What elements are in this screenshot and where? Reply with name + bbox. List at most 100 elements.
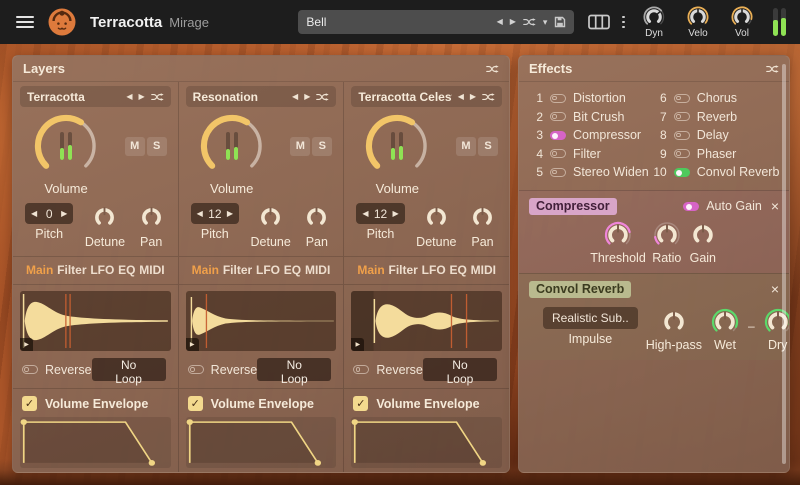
mute-button[interactable]: M [290, 137, 310, 156]
tab-lfo[interactable]: LFO [422, 263, 446, 277]
shuffle-icon[interactable] [486, 64, 499, 74]
pitch-decrement-icon[interactable]: ◀ [197, 209, 203, 218]
effects-scrollbar[interactable] [782, 64, 786, 464]
power-toggle[interactable] [550, 112, 566, 121]
mute-button[interactable]: M [125, 137, 145, 156]
tab-main[interactable]: Main [26, 263, 53, 277]
power-toggle[interactable] [550, 94, 566, 103]
compressor-title-chip[interactable]: Compressor [529, 198, 617, 215]
save-icon[interactable] [554, 16, 566, 28]
pitch-stepper[interactable]: ◀ 0 ▶ [25, 203, 73, 224]
layer-next-icon[interactable]: ▶ [139, 92, 145, 101]
power-toggle[interactable] [550, 149, 566, 158]
tab-eq[interactable]: EQ [284, 263, 301, 277]
play-icon[interactable]: ▶ [186, 338, 199, 351]
tab-eq[interactable]: EQ [449, 263, 466, 277]
threshold-knob[interactable] [603, 220, 633, 250]
power-toggle[interactable] [674, 112, 690, 121]
shuffle-icon[interactable] [766, 64, 779, 74]
layer-next-icon[interactable]: ▶ [304, 92, 310, 101]
effect-slot[interactable]: 2Bit Crush [529, 109, 649, 126]
shuffle-icon[interactable] [316, 92, 329, 102]
waveform-display[interactable]: ▶ [20, 291, 171, 351]
chevron-down-icon[interactable]: ▾ [543, 17, 548, 28]
knob-icon[interactable] [730, 5, 754, 29]
effect-slot[interactable]: 3Compressor [529, 127, 649, 144]
impulse-select-button[interactable]: Realistic Sub.. [543, 307, 638, 329]
velo-knob[interactable]: Velo [681, 5, 715, 39]
auto-gain-toggle[interactable] [683, 202, 699, 211]
layer-prev-icon[interactable]: ◀ [458, 92, 464, 101]
effect-slot[interactable]: 10Convol Reverb [653, 164, 780, 181]
gain-knob[interactable] [688, 220, 718, 250]
solo-button[interactable]: S [478, 137, 498, 156]
layer-prev-icon[interactable]: ◀ [126, 92, 132, 101]
tab-midi[interactable]: MIDI [305, 263, 330, 277]
loop-mode-button[interactable]: No Loop [423, 358, 497, 381]
preset-prev-icon[interactable]: ◀ [497, 18, 503, 26]
shuffle-icon[interactable] [523, 17, 536, 27]
layer-header[interactable]: Resonation ◀ ▶ [186, 86, 337, 107]
pitch-decrement-icon[interactable]: ◀ [362, 209, 368, 218]
effect-slot[interactable]: 4Filter [529, 146, 649, 163]
layer-header[interactable]: Terracotta Celeste ◀ ▶ [351, 86, 502, 107]
loop-mode-button[interactable]: No Loop [257, 358, 331, 381]
pitch-stepper[interactable]: ◀ 12 ▶ [191, 203, 239, 224]
tab-filter[interactable]: Filter [389, 263, 418, 277]
reverse-toggle[interactable] [353, 365, 369, 374]
more-options-icon[interactable] [622, 16, 625, 29]
shuffle-icon[interactable] [482, 92, 495, 102]
detune-knob[interactable] [256, 203, 285, 232]
layer-next-icon[interactable]: ▶ [470, 92, 476, 101]
tab-filter[interactable]: Filter [57, 263, 86, 277]
reverse-toggle[interactable] [188, 365, 204, 374]
detune-knob[interactable] [422, 203, 451, 232]
convol-reverb-title-chip[interactable]: Convol Reverb [529, 281, 631, 298]
envelope-checkbox[interactable] [188, 396, 203, 411]
dyn-knob[interactable]: Dyn [637, 5, 671, 39]
play-icon[interactable]: ▶ [351, 338, 364, 351]
close-icon[interactable]: × [771, 282, 779, 296]
effect-slot[interactable]: 1Distortion [529, 90, 649, 107]
volume-envelope-graph[interactable] [186, 417, 337, 468]
pitch-increment-icon[interactable]: ▶ [61, 209, 67, 218]
effect-slot[interactable]: 5Stereo Widen [529, 164, 649, 181]
high-pass-knob[interactable] [659, 307, 689, 337]
tab-main[interactable]: Main [357, 263, 384, 277]
waveform-display[interactable]: ▶ [351, 291, 502, 351]
wet-knob[interactable] [710, 307, 740, 337]
tab-lfo[interactable]: LFO [256, 263, 280, 277]
play-icon[interactable]: ▶ [20, 338, 33, 351]
tab-eq[interactable]: EQ [118, 263, 135, 277]
envelope-checkbox[interactable] [22, 396, 37, 411]
volume-envelope-graph[interactable] [20, 417, 171, 468]
volume-knob[interactable] [198, 112, 266, 180]
envelope-checkbox[interactable] [353, 396, 368, 411]
solo-button[interactable]: S [147, 137, 167, 156]
pan-knob[interactable] [302, 203, 331, 232]
mute-button[interactable]: M [456, 137, 476, 156]
volume-knob[interactable] [363, 112, 431, 180]
power-toggle[interactable] [550, 131, 566, 140]
power-toggle[interactable] [674, 168, 690, 177]
layer-prev-icon[interactable]: ◀ [292, 92, 298, 101]
tab-midi[interactable]: MIDI [471, 263, 496, 277]
solo-button[interactable]: S [312, 137, 332, 156]
vol-knob[interactable]: Vol [725, 5, 759, 39]
reverse-toggle[interactable] [22, 365, 38, 374]
tab-lfo[interactable]: LFO [90, 263, 114, 277]
preset-next-icon[interactable]: ▶ [510, 18, 516, 26]
power-toggle[interactable] [674, 94, 690, 103]
knob-icon[interactable] [642, 5, 666, 29]
volume-envelope-graph[interactable] [351, 417, 502, 468]
volume-knob[interactable] [32, 112, 100, 180]
layer-header[interactable]: Terracotta ◀ ▶ [20, 86, 171, 107]
power-toggle[interactable] [674, 131, 690, 140]
ratio-knob[interactable] [652, 220, 682, 250]
menu-icon[interactable] [16, 16, 34, 29]
pan-knob[interactable] [137, 203, 166, 232]
effect-slot[interactable]: 7Reverb [653, 109, 780, 126]
keyboard-icon[interactable] [588, 14, 610, 30]
waveform-display[interactable]: ▶ [186, 291, 337, 351]
tab-filter[interactable]: Filter [223, 263, 252, 277]
